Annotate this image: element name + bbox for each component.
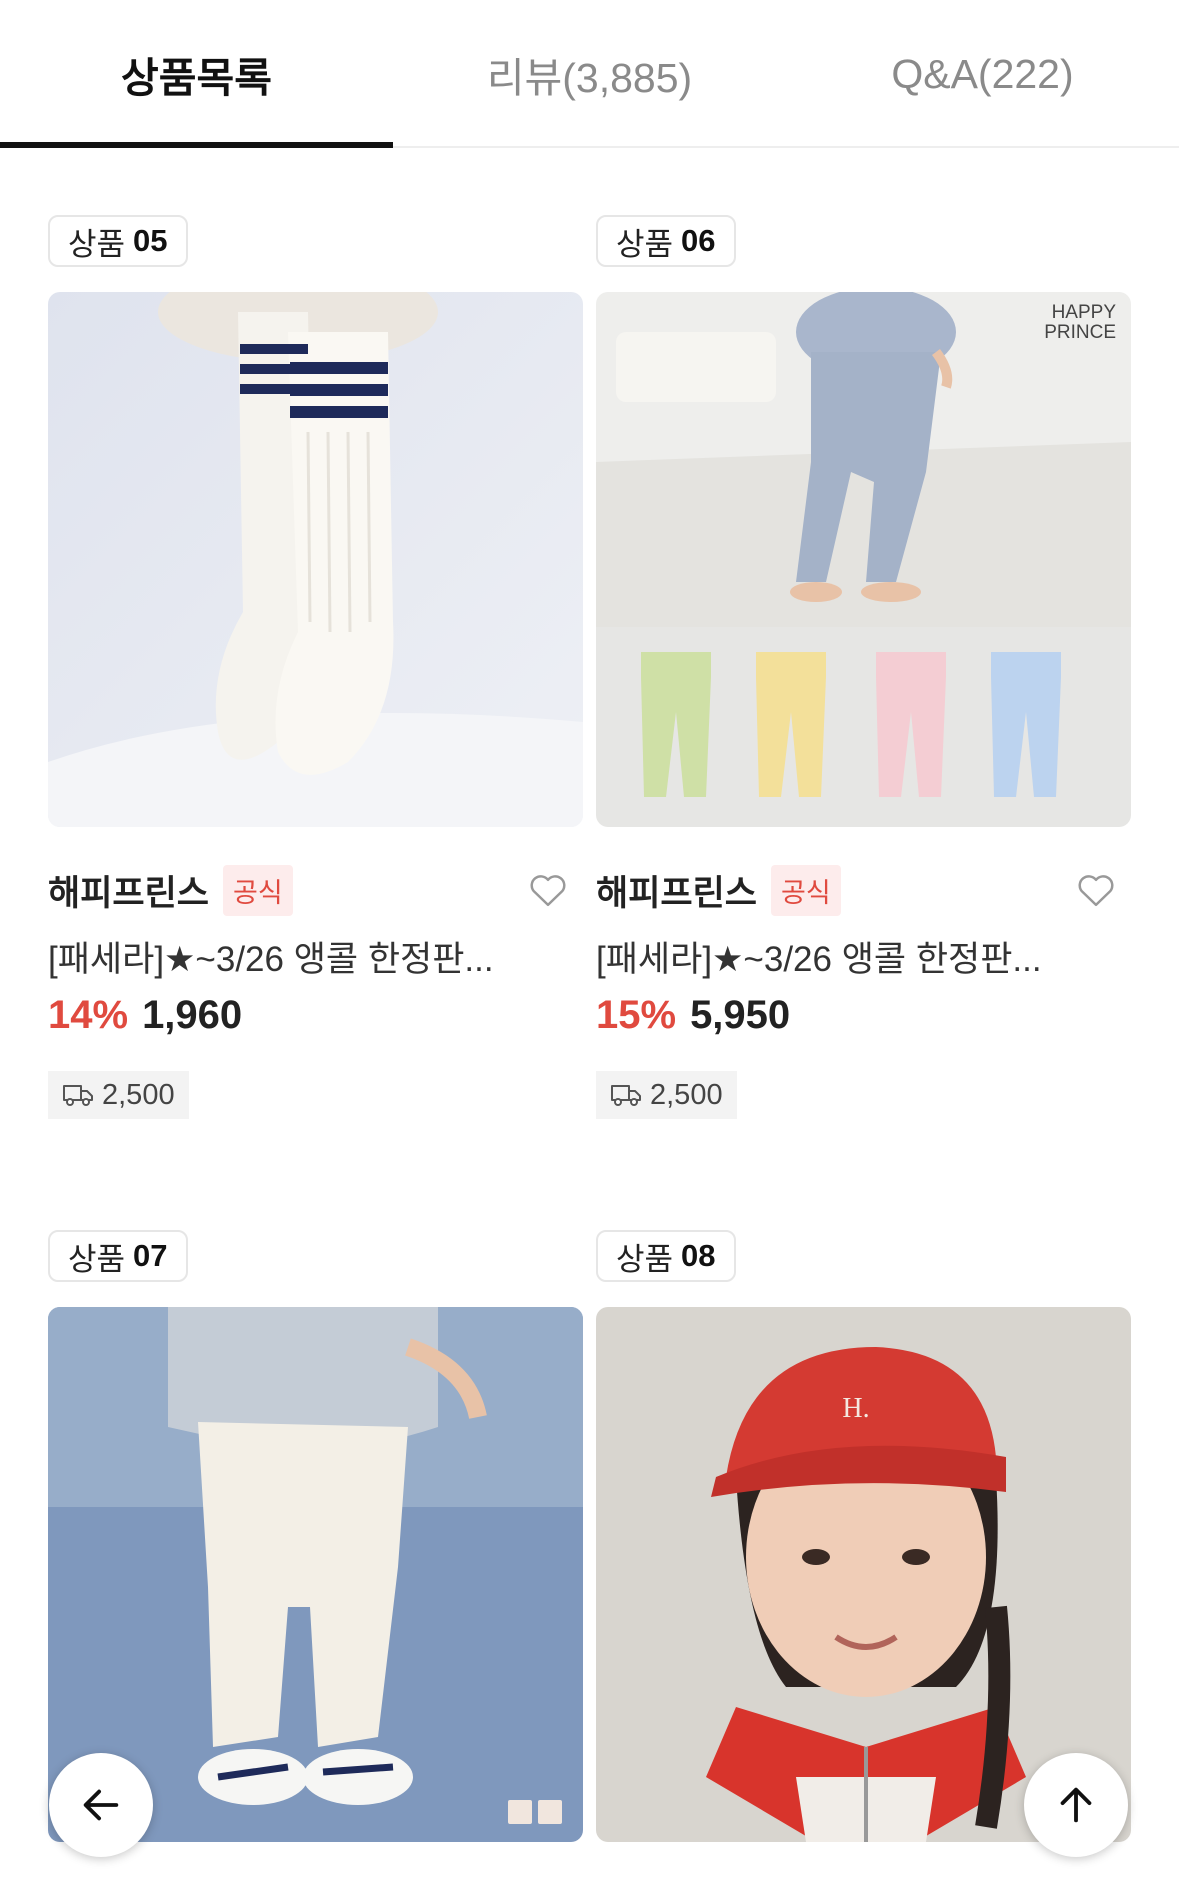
shipping-fee: 2,500 [48, 1071, 189, 1119]
truck-icon [611, 1085, 641, 1106]
price: 5,950 [690, 993, 791, 1037]
brand-row: 해피프린스 공식 [48, 864, 583, 916]
tab-product-list[interactable]: 상품목록 [0, 0, 393, 148]
arrow-up-icon [1060, 1787, 1092, 1823]
shipping-fee-value: 2,500 [650, 1078, 723, 1111]
heart-icon[interactable] [1075, 869, 1117, 911]
official-badge: 공식 [771, 864, 841, 916]
tab-reviews[interactable]: 리뷰(3,885) [393, 0, 786, 148]
price-row: 15% 5,950 [596, 993, 790, 1038]
brand-name[interactable]: 해피프린스 [596, 865, 757, 916]
official-badge: 공식 [223, 864, 293, 916]
watermark-line-2: PRINCE [1044, 322, 1116, 343]
price: 1,960 [142, 993, 243, 1037]
product-label-number: 06 [681, 223, 716, 258]
back-button[interactable] [49, 1753, 153, 1857]
product-label-prefix: 상품 [616, 1241, 674, 1277]
tab-bar: 상품목록 리뷰(3,885) Q&A(222) [0, 0, 1179, 148]
scroll-to-top-button[interactable] [1024, 1753, 1128, 1857]
product-label-prefix: 상품 [68, 1241, 126, 1277]
price-row: 14% 1,960 [48, 993, 242, 1038]
active-tab-indicator [0, 142, 393, 148]
discount-rate: 14% [48, 993, 129, 1037]
product-title[interactable]: [패세라]★~3/26 앵콜 한정판... [48, 931, 583, 982]
product-image-leggings[interactable]: HAPPY PRINCE [596, 292, 1131, 827]
product-label-number: 08 [681, 1238, 716, 1273]
product-label-prefix: 상품 [616, 226, 674, 262]
heart-icon[interactable] [527, 869, 569, 911]
product-number-label: 상품 08 [596, 1230, 736, 1282]
discount-rate: 15% [596, 993, 677, 1037]
product-label-number: 05 [133, 223, 168, 258]
truck-icon [63, 1085, 93, 1106]
watermark-line-1: HAPPY [1052, 302, 1117, 323]
arrow-left-icon [83, 1789, 119, 1821]
product-number-label: 상품 06 [596, 215, 736, 267]
product-title[interactable]: [패세라]★~3/26 앵콜 한정판... [596, 931, 1131, 982]
tab-qna[interactable]: Q&A(222) [786, 0, 1179, 148]
brand-row: 해피프린스 공식 [596, 864, 1131, 916]
product-number-label: 상품 05 [48, 215, 188, 267]
product-label-prefix: 상품 [68, 226, 126, 262]
svg-text:H.: H. [842, 1393, 869, 1424]
shipping-fee-value: 2,500 [102, 1078, 175, 1111]
image-indicator [508, 1800, 562, 1824]
brand-name[interactable]: 해피프린스 [48, 865, 209, 916]
product-number-label: 상품 07 [48, 1230, 188, 1282]
product-image-socks[interactable] [48, 292, 583, 827]
shipping-fee: 2,500 [596, 1071, 737, 1119]
product-label-number: 07 [133, 1238, 168, 1273]
